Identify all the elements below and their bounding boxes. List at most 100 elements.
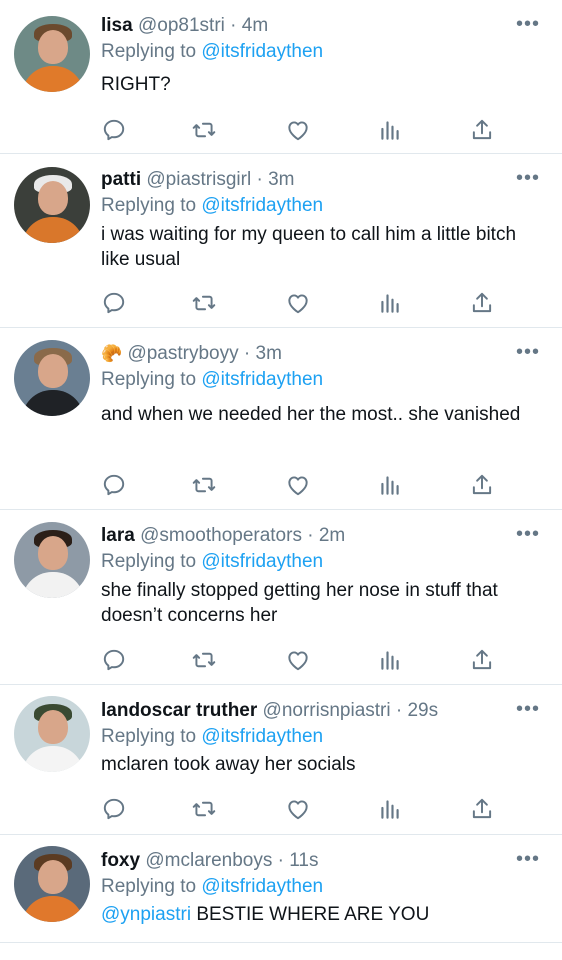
replying-label: Replying to xyxy=(101,551,197,572)
display-name[interactable]: patti xyxy=(101,169,141,190)
more-options-icon[interactable]: ••• xyxy=(516,849,540,869)
user-handle[interactable]: @pastryboyy xyxy=(127,343,238,364)
avatar[interactable] xyxy=(14,696,90,772)
like-icon[interactable] xyxy=(285,117,311,143)
like-icon[interactable] xyxy=(285,647,311,673)
reply-tweet[interactable]: foxy @mclarenboys · 11s ••• Replying to @i… xyxy=(0,835,562,943)
share-icon[interactable] xyxy=(469,290,495,316)
replying-to: Replying to @itsfridaythen xyxy=(101,725,323,749)
tweet-header: patti @piastrisgirl · 3m xyxy=(101,168,295,192)
user-handle[interactable]: @mclarenboys xyxy=(145,850,272,871)
reply-feed: lisa @op81stri · 4m ••• Replying to @itsfr… xyxy=(0,0,562,960)
analytics-icon[interactable] xyxy=(377,647,403,673)
separator-dot: · xyxy=(238,343,256,364)
tweet-header: lisa @op81stri · 4m xyxy=(101,14,268,38)
retweet-icon[interactable] xyxy=(191,117,217,143)
reply-tweet[interactable]: lara @smoothoperators · 2m ••• Replying to… xyxy=(0,510,562,685)
timestamp[interactable]: 2m xyxy=(319,525,345,546)
tweet-actions xyxy=(101,117,501,143)
retweet-icon[interactable] xyxy=(191,290,217,316)
user-handle[interactable]: @norrisnpiastri xyxy=(263,700,391,721)
tweet-header: 🥐 @pastryboyy · 3m xyxy=(101,342,282,366)
reply-tweet[interactable]: lisa @op81stri · 4m ••• Replying to @itsfr… xyxy=(0,0,562,154)
tweet-body: RIGHT? xyxy=(101,74,171,95)
tweet-body: i was waiting for my queen to call him a… xyxy=(101,224,517,270)
replying-label: Replying to xyxy=(101,369,197,390)
tweet-body: she finally stopped getting her nose in … xyxy=(101,580,498,626)
more-options-icon[interactable]: ••• xyxy=(516,699,540,719)
tweet-header: lara @smoothoperators · 2m xyxy=(101,524,345,548)
replying-mention[interactable]: @itsfridaythen xyxy=(201,726,323,747)
replying-mention[interactable]: @itsfridaythen xyxy=(201,369,323,390)
tweet-body: and when we needed her the most.. she va… xyxy=(101,404,521,425)
tweet-actions xyxy=(101,472,501,498)
timestamp[interactable]: 3m xyxy=(268,169,294,190)
share-icon[interactable] xyxy=(469,117,495,143)
replying-mention[interactable]: @itsfridaythen xyxy=(201,41,323,62)
reply-icon[interactable] xyxy=(101,472,127,498)
tweet-text: mclaren took away her socials xyxy=(101,752,541,777)
more-options-icon[interactable]: ••• xyxy=(516,342,540,362)
more-options-icon[interactable]: ••• xyxy=(516,168,540,188)
avatar[interactable] xyxy=(14,340,90,416)
display-name[interactable]: landoscar truther xyxy=(101,700,257,721)
reply-icon[interactable] xyxy=(101,796,127,822)
timestamp[interactable]: 29s xyxy=(407,700,438,721)
replying-label: Replying to xyxy=(101,195,197,216)
analytics-icon[interactable] xyxy=(377,796,403,822)
like-icon[interactable] xyxy=(285,290,311,316)
display-name[interactable]: lisa xyxy=(101,15,133,36)
replying-to: Replying to @itsfridaythen xyxy=(101,550,323,574)
tweet-header: foxy @mclarenboys · 11s xyxy=(101,849,318,873)
reply-icon[interactable] xyxy=(101,290,127,316)
avatar[interactable] xyxy=(14,522,90,598)
replying-mention[interactable]: @itsfridaythen xyxy=(201,551,323,572)
replying-label: Replying to xyxy=(101,726,197,747)
retweet-icon[interactable] xyxy=(191,472,217,498)
share-icon[interactable] xyxy=(469,472,495,498)
avatar[interactable] xyxy=(14,167,90,243)
tweet-body: BESTIE WHERE ARE YOU xyxy=(196,904,430,925)
timestamp[interactable]: 3m xyxy=(256,343,282,364)
user-handle[interactable]: @op81stri xyxy=(138,15,225,36)
reply-tweet[interactable]: patti @piastrisgirl · 3m ••• Replying to @… xyxy=(0,154,562,328)
replying-mention[interactable]: @itsfridaythen xyxy=(201,876,323,897)
share-icon[interactable] xyxy=(469,796,495,822)
tweet-text: RIGHT? xyxy=(101,72,541,97)
tweet-actions xyxy=(101,290,501,316)
analytics-icon[interactable] xyxy=(377,117,403,143)
display-name[interactable]: 🥐 xyxy=(101,344,122,363)
replying-mention[interactable]: @itsfridaythen xyxy=(201,195,323,216)
tweet-header: landoscar truther @norrisnpiastri · 29s xyxy=(101,699,438,723)
separator-dot: · xyxy=(390,700,408,721)
like-icon[interactable] xyxy=(285,796,311,822)
avatar[interactable] xyxy=(14,16,90,92)
tweet-actions xyxy=(101,796,501,822)
display-name[interactable]: lara xyxy=(101,525,135,546)
timestamp[interactable]: 11s xyxy=(289,850,318,871)
analytics-icon[interactable] xyxy=(377,290,403,316)
like-icon[interactable] xyxy=(285,472,311,498)
more-options-icon[interactable]: ••• xyxy=(516,524,540,544)
replying-to: Replying to @itsfridaythen xyxy=(101,368,323,392)
user-handle[interactable]: @piastrisgirl xyxy=(146,169,251,190)
reply-tweet[interactable]: landoscar truther @norrisnpiastri · 29s •… xyxy=(0,685,562,835)
analytics-icon[interactable] xyxy=(377,472,403,498)
text-mention[interactable]: @ynpiastri xyxy=(101,904,191,925)
separator-dot: · xyxy=(224,15,242,36)
avatar[interactable] xyxy=(14,846,90,922)
reply-icon[interactable] xyxy=(101,647,127,673)
share-icon[interactable] xyxy=(469,647,495,673)
tweet-text: and when we needed her the most.. she va… xyxy=(101,402,541,427)
display-name[interactable]: foxy xyxy=(101,850,140,871)
replying-label: Replying to xyxy=(101,41,197,62)
user-handle[interactable]: @smoothoperators xyxy=(140,525,302,546)
reply-tweet[interactable]: 🥐 @pastryboyy · 3m ••• Replying to @itsfri… xyxy=(0,328,562,510)
timestamp[interactable]: 4m xyxy=(242,15,268,36)
retweet-icon[interactable] xyxy=(191,796,217,822)
replying-to: Replying to @itsfridaythen xyxy=(101,194,323,218)
reply-icon[interactable] xyxy=(101,117,127,143)
retweet-icon[interactable] xyxy=(191,647,217,673)
more-options-icon[interactable]: ••• xyxy=(516,14,540,34)
tweet-text: she finally stopped getting her nose in … xyxy=(101,578,541,628)
